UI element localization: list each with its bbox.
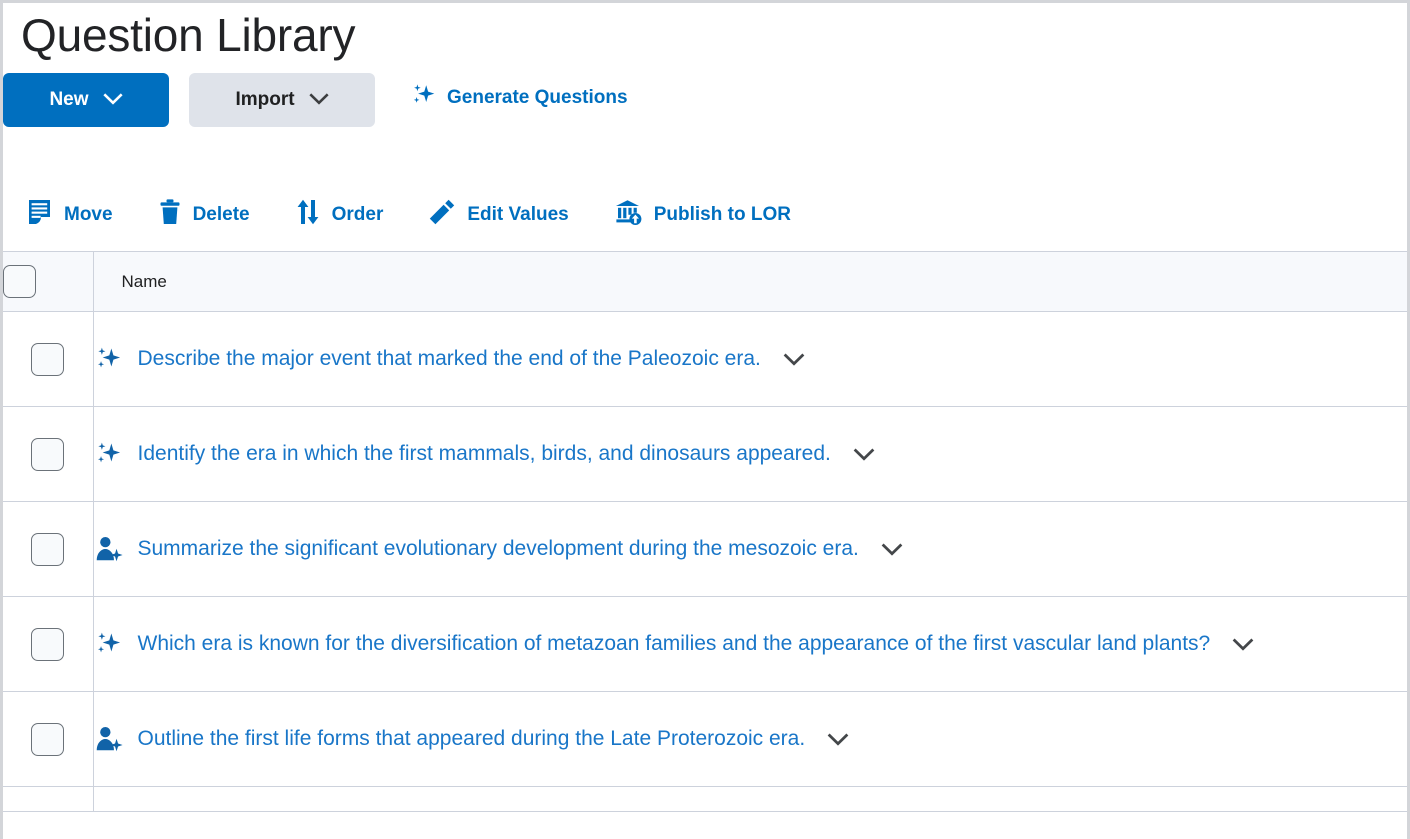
row-name-cell: Identify the era in which the first mamm… — [93, 406, 1407, 502]
name-column-header: Name — [93, 251, 1407, 312]
generate-questions-button[interactable]: Generate Questions — [411, 82, 628, 114]
table-row: Summarize the significant evolutionary d… — [3, 501, 1407, 597]
delete-button-label: Delete — [192, 204, 250, 225]
table-row: Which era is known for the diversificati… — [3, 596, 1407, 692]
new-button[interactable]: New — [3, 73, 169, 127]
table-row: Outline the first life forms that appear… — [3, 691, 1407, 787]
table-header-row: Name — [3, 251, 1407, 312]
row-select-cell — [3, 311, 94, 407]
row-select-cell — [3, 786, 94, 812]
select-all-checkbox[interactable] — [3, 265, 36, 298]
row-name-cell: Describe the major event that marked the… — [93, 311, 1407, 407]
chevron-down-icon[interactable] — [827, 732, 849, 746]
primary-action-bar: New Import Generate Questions — [3, 63, 1407, 127]
edit-values-button[interactable]: Edit Values — [429, 199, 569, 231]
sort-arrows-icon — [296, 199, 320, 231]
chevron-down-icon[interactable] — [853, 447, 875, 461]
question-link[interactable]: Outline the first life forms that appear… — [138, 727, 806, 751]
row-checkbox[interactable] — [31, 627, 65, 661]
import-button-label: Import — [235, 89, 295, 110]
row-select-cell — [3, 406, 94, 502]
person-sparkle-icon — [94, 725, 124, 753]
sparkle-icon — [94, 440, 124, 468]
chevron-down-icon[interactable] — [783, 352, 805, 366]
pencil-icon — [429, 199, 455, 231]
row-checkbox[interactable] — [31, 342, 65, 376]
move-document-icon — [27, 199, 52, 231]
question-library-page: Question Library New Import Generate Que… — [0, 0, 1410, 839]
order-button[interactable]: Order — [296, 199, 384, 231]
generate-questions-label: Generate Questions — [447, 87, 628, 108]
chevron-down-icon[interactable] — [881, 542, 903, 556]
sparkle-icon — [94, 345, 124, 373]
import-button[interactable]: Import — [189, 73, 375, 127]
sparkle-icon — [94, 630, 124, 658]
row-name-cell: Which era is known for the diversificati… — [93, 596, 1407, 692]
question-link[interactable]: Summarize the significant evolutionary d… — [138, 537, 859, 561]
table-row: Identify the era in which the first mamm… — [3, 406, 1407, 502]
row-name-cell: Summarize the significant evolutionary d… — [93, 501, 1407, 597]
table-header: Name — [3, 251, 1407, 312]
question-link[interactable]: Which era is known for the diversificati… — [138, 632, 1211, 656]
order-button-label: Order — [331, 204, 384, 225]
sparkle-icon — [411, 82, 437, 114]
chevron-down-icon[interactable] — [1232, 637, 1254, 651]
table-row: Describe the major event that marked the… — [3, 311, 1407, 407]
new-button-label: New — [49, 89, 89, 110]
row-select-cell — [3, 691, 94, 787]
trash-icon — [159, 199, 181, 231]
move-button[interactable]: Move — [27, 199, 113, 231]
person-sparkle-icon — [94, 535, 124, 563]
questions-table: Name Describe the major event that marke… — [3, 251, 1407, 812]
row-checkbox[interactable] — [31, 722, 65, 756]
row-checkbox[interactable] — [31, 437, 65, 471]
publish-building-icon — [615, 199, 642, 231]
publish-to-lor-button-label: Publish to LOR — [653, 204, 791, 225]
bulk-actions-toolbar: Move Delete Order Edit Values Publish to… — [3, 179, 1407, 251]
select-all-header — [3, 251, 94, 312]
chevron-down-icon — [102, 89, 123, 111]
edit-values-button-label: Edit Values — [467, 204, 569, 225]
publish-to-lor-button[interactable]: Publish to LOR — [615, 199, 791, 231]
move-button-label: Move — [64, 204, 113, 225]
row-name-cell: Outline the first life forms that appear… — [93, 691, 1407, 787]
question-link[interactable]: Describe the major event that marked the… — [138, 347, 761, 371]
delete-button[interactable]: Delete — [159, 199, 250, 231]
chevron-down-icon — [308, 89, 329, 111]
row-name-cell — [93, 786, 1407, 812]
table-body: Describe the major event that marked the… — [3, 311, 1407, 812]
table-row-partial — [3, 786, 1407, 812]
question-link[interactable]: Identify the era in which the first mamm… — [138, 442, 831, 466]
page-title: Question Library — [21, 9, 356, 61]
row-checkbox[interactable] — [31, 532, 65, 566]
row-select-cell — [3, 501, 94, 597]
row-select-cell — [3, 596, 94, 692]
